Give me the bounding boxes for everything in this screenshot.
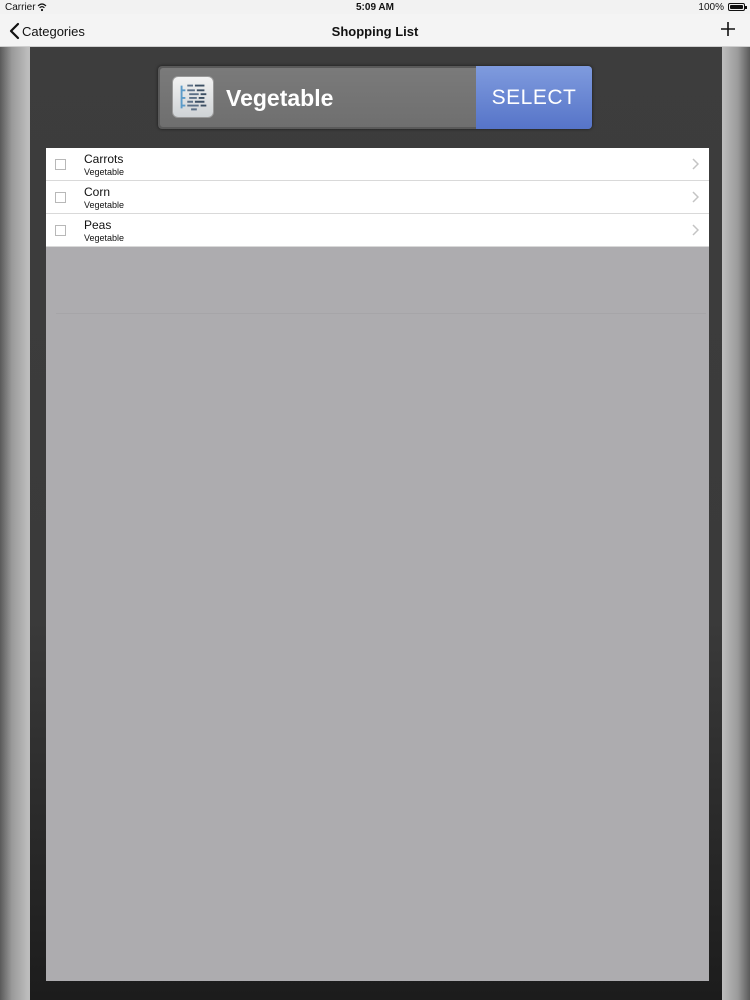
chevron-right-icon xyxy=(692,158,699,170)
shopping-list: Carrots Vegetable Corn Vegetable Peas Ve… xyxy=(46,148,709,981)
status-bar: Carrier 5:09 AM 100% xyxy=(0,0,750,14)
item-title: Carrots xyxy=(84,152,124,166)
chevron-right-icon xyxy=(692,224,699,236)
item-title: Corn xyxy=(84,185,111,199)
category-list-icon xyxy=(172,76,214,118)
list-item[interactable]: Peas Vegetable xyxy=(46,214,709,247)
item-category: Vegetable xyxy=(84,233,125,243)
select-button[interactable]: SELECT xyxy=(476,66,592,129)
checkbox[interactable] xyxy=(55,159,66,170)
category-field[interactable]: Vegetable xyxy=(160,68,476,127)
page-title: Shopping List xyxy=(331,24,419,39)
list-item[interactable]: Corn Vegetable xyxy=(46,181,709,214)
category-picker: Vegetable SELECT xyxy=(158,66,592,129)
plus-icon[interactable] xyxy=(720,21,736,37)
clock: 5:09 AM xyxy=(356,2,394,13)
battery-percent: 100% xyxy=(698,2,724,13)
checkbox[interactable] xyxy=(55,192,66,203)
chevron-right-icon xyxy=(692,191,699,203)
item-title: Peas xyxy=(84,218,112,232)
list-divider xyxy=(56,313,706,314)
list-item[interactable]: Carrots Vegetable xyxy=(46,148,709,181)
item-category: Vegetable xyxy=(84,167,125,177)
battery-icon xyxy=(728,3,747,11)
selected-category: Vegetable xyxy=(226,85,334,111)
checkbox[interactable] xyxy=(55,225,66,236)
item-category: Vegetable xyxy=(84,200,125,210)
navigation-bar: Categories Shopping List xyxy=(0,14,750,47)
